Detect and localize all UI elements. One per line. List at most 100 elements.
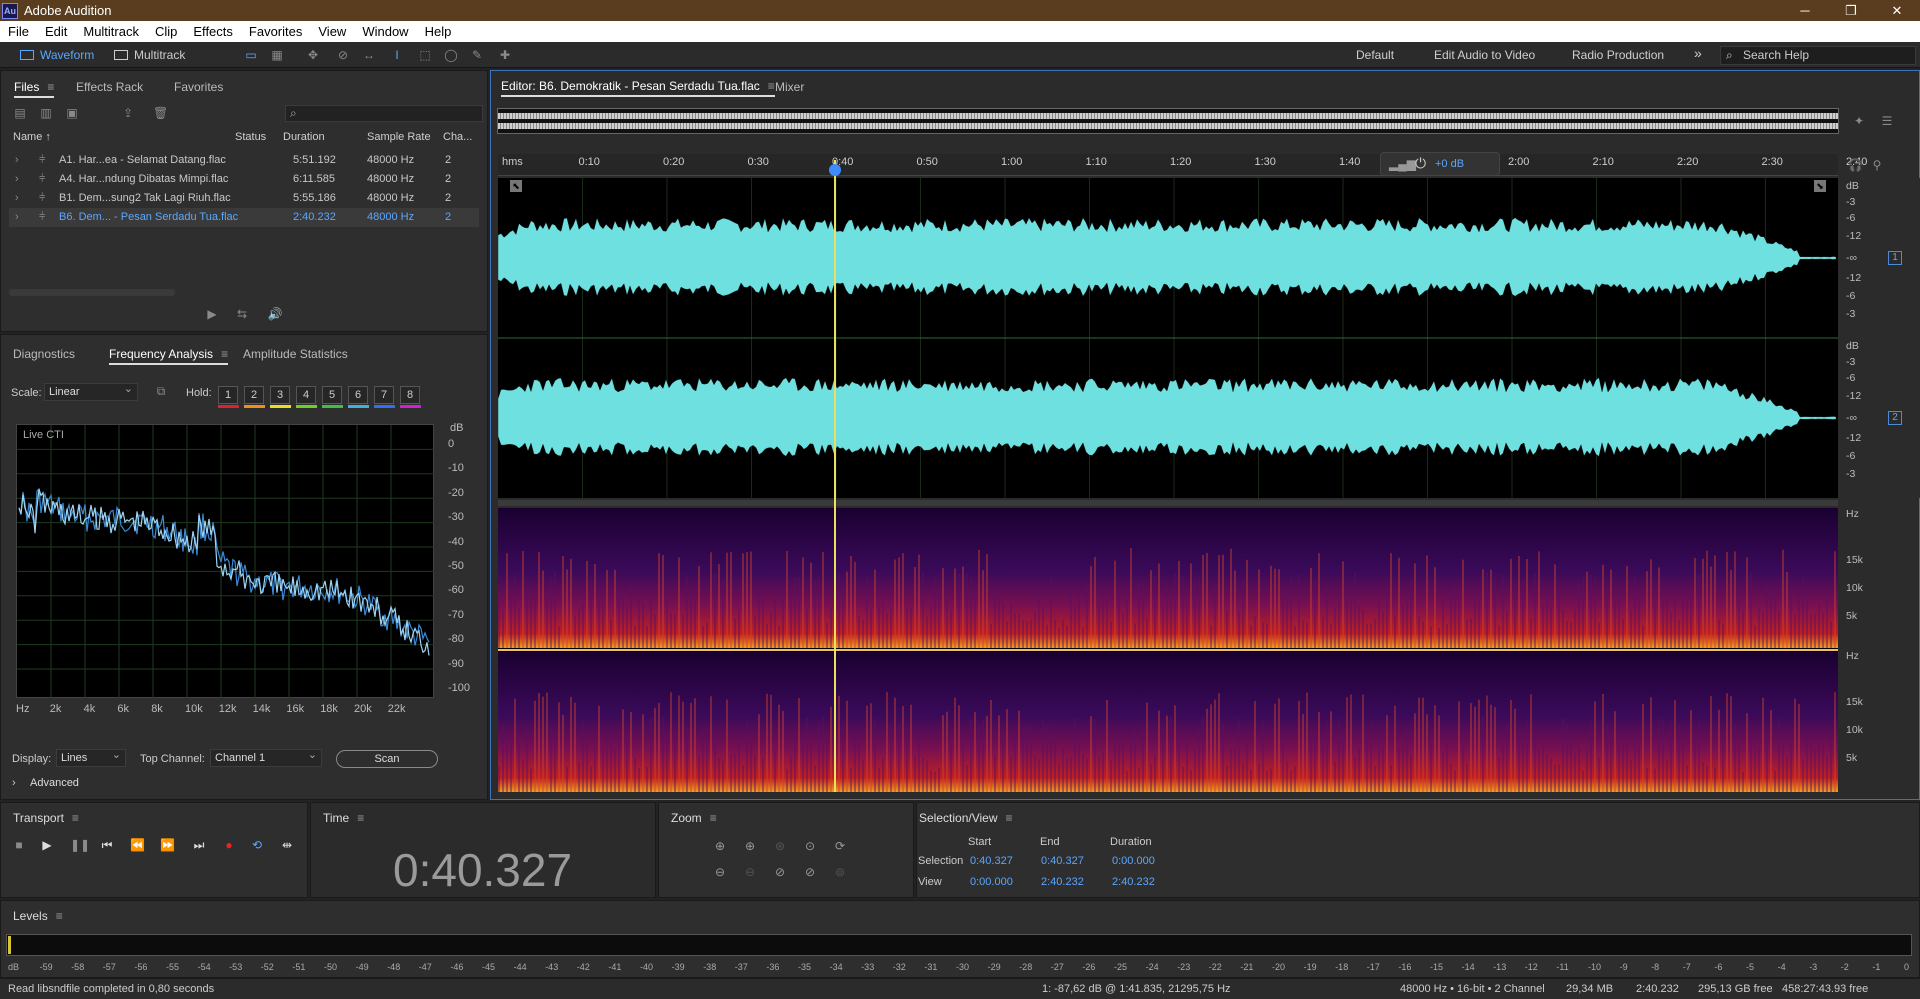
pin-icon[interactable]: ⚲ xyxy=(1870,158,1884,172)
search-help-input[interactable]: ⌕ Search Help xyxy=(1720,46,1916,65)
preview-loop-icon[interactable]: ⇆ xyxy=(235,307,249,321)
hud-gain-control[interactable]: ▂▄▆ ⏻ +0 dB xyxy=(1380,152,1500,176)
hold-button-5[interactable]: 5 xyxy=(322,386,342,404)
razor-tool-icon[interactable]: ⊘ xyxy=(336,48,350,62)
zoom-in-time-icon[interactable]: ⊕ xyxy=(742,838,758,854)
pause-icon[interactable]: ❚❚ xyxy=(70,838,90,852)
marquee-tool-icon[interactable]: ⬚ xyxy=(418,48,432,62)
zoom-out-full-icon[interactable]: ✦ xyxy=(1852,114,1866,128)
spectral-view-icon[interactable]: ▦ xyxy=(270,48,284,62)
new-file-icon[interactable]: ▣ xyxy=(65,106,79,120)
more-workspaces-icon[interactable]: » xyxy=(1694,45,1702,61)
waveform-view-icon[interactable]: ▭ xyxy=(244,48,258,62)
hold-button-7[interactable]: 7 xyxy=(374,386,394,404)
waveform-display[interactable] xyxy=(497,178,1838,498)
tab-amplitude-statistics[interactable]: Amplitude Statistics xyxy=(243,347,348,361)
panel-menu-icon[interactable]: ≡ xyxy=(357,811,364,825)
panel-menu-icon[interactable]: ≡ xyxy=(710,811,717,825)
fast-forward-icon[interactable]: ⏩ xyxy=(160,838,175,852)
menu-clip[interactable]: Clip xyxy=(147,24,185,39)
brush-tool-icon[interactable]: ✎ xyxy=(470,48,484,62)
panel-menu-icon[interactable]: ≡ xyxy=(768,79,775,93)
slip-tool-icon[interactable]: ↔ xyxy=(362,48,376,62)
open-file-icon[interactable]: ▤ xyxy=(13,106,27,120)
multitrack-mode-button[interactable]: Multitrack xyxy=(114,46,185,64)
rewind-icon[interactable]: ⏪ xyxy=(130,838,145,852)
panel-menu-icon[interactable]: ≡ xyxy=(221,347,228,361)
zoom-out-left-icon[interactable]: ⊘ xyxy=(772,864,788,880)
scale-select[interactable]: Linear xyxy=(44,381,138,401)
hold-button-1[interactable]: 1 xyxy=(218,386,238,404)
playhead-handle[interactable] xyxy=(829,164,841,176)
spectral-display[interactable] xyxy=(498,508,1838,792)
panel-menu-icon[interactable]: ≡ xyxy=(47,80,54,94)
panel-menu-icon[interactable]: ≡ xyxy=(56,909,63,923)
menu-window[interactable]: Window xyxy=(354,24,416,39)
menu-edit[interactable]: Edit xyxy=(37,24,75,39)
play-icon[interactable]: ▶ xyxy=(40,838,54,852)
tab-effects-rack[interactable]: Effects Rack xyxy=(76,80,143,94)
tab-editor[interactable]: Editor: B6. Demokratik - Pesan Serdadu T… xyxy=(501,79,775,97)
tab-files[interactable]: Files ≡ xyxy=(14,80,55,98)
col-status[interactable]: Status xyxy=(235,131,266,143)
close-icon[interactable]: ✕ xyxy=(1874,0,1920,21)
col-duration[interactable]: Duration xyxy=(283,131,325,143)
insert-icon[interactable]: ⇪ xyxy=(121,106,135,120)
view-duration-field[interactable]: 2:40.232 xyxy=(1112,876,1155,888)
waveform-spectral-divider[interactable] xyxy=(498,500,1838,506)
display-select[interactable]: Lines xyxy=(56,747,126,767)
import-icon[interactable]: ▥ xyxy=(39,106,53,120)
menu-help[interactable]: Help xyxy=(417,24,460,39)
hold-options-icon[interactable]: ⧉ xyxy=(154,384,168,398)
col-name[interactable]: Name ↑ xyxy=(13,131,51,143)
tab-frequency-analysis[interactable]: Frequency Analysis ≡ xyxy=(109,347,229,365)
file-row[interactable]: › ⫩ B1. Dem...sung2 Tak Lagi Riuh.flac 5:55… xyxy=(9,189,479,208)
gain-knob-icon[interactable]: ⏻ xyxy=(1415,155,1426,172)
panel-menu-icon[interactable]: ≡ xyxy=(1006,811,1013,825)
skip-selection-icon[interactable]: ⇹ xyxy=(280,838,294,852)
preview-volume-icon[interactable]: 🔊 xyxy=(265,307,285,321)
headphones-icon[interactable]: 🎧 xyxy=(1848,158,1863,172)
workspace-radio-production[interactable]: Radio Production xyxy=(1572,48,1664,62)
overview-navigator[interactable] xyxy=(497,108,1839,134)
preview-play-icon[interactable]: ▶ xyxy=(205,307,219,321)
panel-layout-icon[interactable]: ☰ xyxy=(1880,114,1894,128)
hold-button-6[interactable]: 6 xyxy=(348,386,368,404)
menu-favorites[interactable]: Favorites xyxy=(241,24,310,39)
go-to-start-icon[interactable]: ⏮ xyxy=(100,838,114,852)
hold-button-2[interactable]: 2 xyxy=(244,386,264,404)
zoom-in-point-icon[interactable]: ⊙ xyxy=(802,838,818,854)
zoom-out-amplitude-icon[interactable]: ⊖ xyxy=(712,864,728,880)
selection-duration-field[interactable]: 0:00.000 xyxy=(1112,855,1155,867)
selection-end-field[interactable]: 0:40.327 xyxy=(1041,855,1084,867)
move-tool-icon[interactable]: ✥ xyxy=(306,48,320,62)
minimize-icon[interactable]: ─ xyxy=(1782,0,1828,21)
col-channels[interactable]: Cha... xyxy=(443,131,472,143)
stop-icon[interactable]: ■ xyxy=(12,838,26,852)
hold-button-8[interactable]: 8 xyxy=(400,386,420,404)
record-icon[interactable]: ● xyxy=(222,838,236,852)
zoom-out-time-icon[interactable]: ⊖ xyxy=(742,864,758,880)
menu-view[interactable]: View xyxy=(310,24,354,39)
file-row[interactable]: › ⫩ A1. Har...ea - Selamat Datang.flac 5:51… xyxy=(9,151,479,170)
file-row-selected[interactable]: › ⫩ B6. Dem... - Pesan Serdadu Tua.flac 2:4… xyxy=(9,208,479,227)
playhead[interactable] xyxy=(834,160,836,792)
zoom-reset-icon[interactable]: ⟳ xyxy=(832,838,848,854)
view-start-field[interactable]: 0:00.000 xyxy=(970,876,1013,888)
files-search-input[interactable]: ⌕ xyxy=(285,105,483,122)
zoom-selection-icon[interactable]: ⊛ xyxy=(772,838,788,854)
advanced-chevron-icon[interactable]: › xyxy=(12,777,16,789)
menu-multitrack[interactable]: Multitrack xyxy=(75,24,147,39)
hold-button-3[interactable]: 3 xyxy=(270,386,290,404)
panel-menu-icon[interactable]: ≡ xyxy=(72,811,79,825)
workspace-default[interactable]: Default xyxy=(1356,48,1394,62)
spot-healing-icon[interactable]: ✚ xyxy=(498,48,512,62)
tab-favorites[interactable]: Favorites xyxy=(174,80,223,94)
col-sample-rate[interactable]: Sample Rate xyxy=(367,131,431,143)
tab-diagnostics[interactable]: Diagnostics xyxy=(13,347,75,361)
channel-2-badge[interactable]: 2 xyxy=(1888,411,1902,425)
scan-button[interactable]: Scan xyxy=(336,750,438,768)
menu-effects[interactable]: Effects xyxy=(185,24,241,39)
go-to-end-icon[interactable]: ⏭ xyxy=(192,838,206,852)
advanced-toggle[interactable]: Advanced xyxy=(30,777,79,789)
